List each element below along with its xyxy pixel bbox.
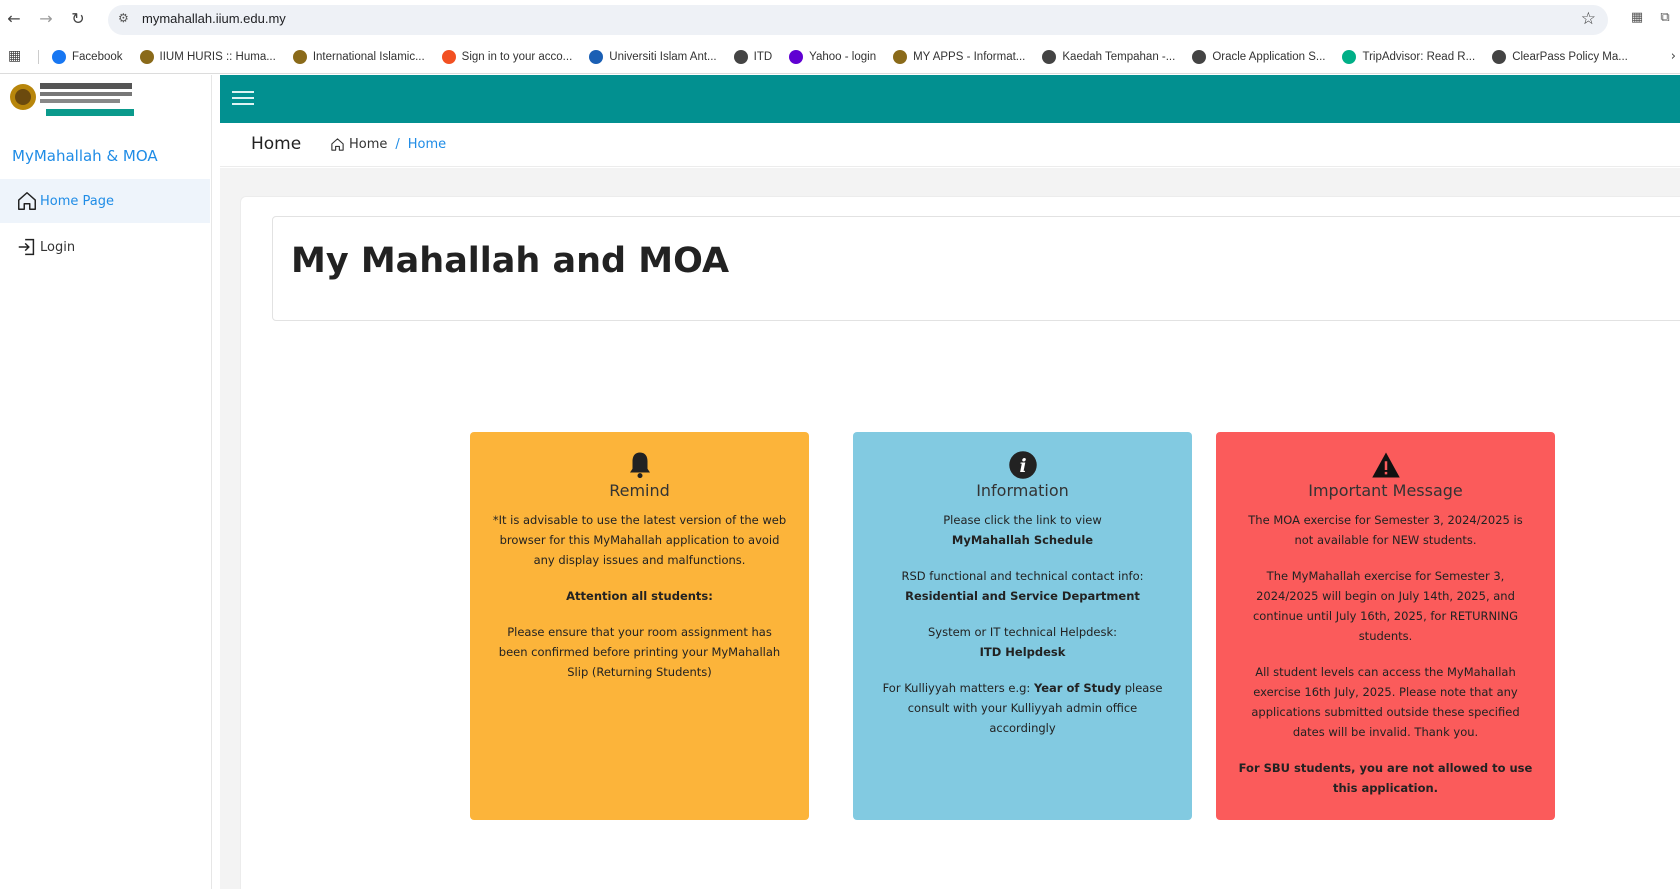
remind-card: Remind *It is advisable to use the lates…: [470, 432, 809, 820]
title-card: My Mahallah and MOA: [272, 216, 1680, 321]
sidebar-item-login[interactable]: Login: [0, 225, 210, 269]
bookmarks-divider: [38, 50, 39, 64]
bookmark-item[interactable]: Kaedah Tempahan -...: [1042, 50, 1175, 64]
app-topbar: [220, 75, 1680, 123]
breadcrumb: Home / Home: [330, 137, 446, 152]
hamburger-menu-icon[interactable]: [232, 87, 254, 109]
sidebar-item-label: Home Page: [40, 193, 114, 209]
warning-icon: [1371, 452, 1400, 478]
bookmark-favicon-icon: [441, 50, 456, 64]
bookmark-label: Yahoo - login: [809, 51, 877, 63]
remind-text-attention: Attention all students:: [566, 589, 713, 603]
bookmark-label: International Islamic...: [312, 51, 425, 63]
address-bar[interactable]: ⚙ mymahallah.iium.edu.my ☆: [108, 5, 1608, 35]
bookmark-item[interactable]: Facebook: [52, 50, 123, 64]
bookmark-label: IIUM HURIS :: Huma...: [159, 51, 276, 63]
info-icon: i: [1008, 451, 1037, 479]
forward-arrow-icon[interactable]: →: [36, 9, 56, 29]
remind-title: Remind: [609, 481, 670, 500]
important-text-access: All student levels can access the MyMaha…: [1251, 665, 1520, 739]
apps-grid-icon[interactable]: ▦: [8, 48, 21, 64]
qr-code-icon[interactable]: ▦: [1628, 9, 1646, 27]
important-text-mymahallah: The MyMahallah exercise for Semester 3, …: [1252, 569, 1519, 643]
bookmark-favicon-icon: [789, 50, 804, 64]
bookmarks-bar: ▦ Facebook IIUM HURIS :: Huma... Internati…: [0, 40, 1680, 74]
sidebar-item-home-page[interactable]: Home Page: [0, 179, 210, 223]
breadcrumb-home-link[interactable]: Home: [349, 137, 387, 152]
bookmark-favicon-icon: [589, 50, 604, 64]
browser-toolbar: ← → ↻ ⚙ mymahallah.iium.edu.my ☆ ▦ ⧉: [0, 0, 1680, 40]
bookmark-label: Kaedah Tempahan -...: [1062, 51, 1176, 63]
remind-text-room: Please ensure that your room assignment …: [498, 625, 781, 679]
bookmark-item[interactable]: TripAdvisor: Read R...: [1342, 50, 1475, 64]
home-icon: [18, 192, 36, 210]
bookmark-item[interactable]: ClearPass Policy Ma...: [1492, 50, 1628, 64]
bookmark-favicon-icon: [1042, 50, 1057, 64]
information-card: i Information Please click the link to v…: [853, 432, 1192, 820]
bookmark-item[interactable]: Sign in to your acco...: [441, 50, 573, 64]
site-info-icon[interactable]: ⚙: [118, 11, 129, 25]
bookmark-label: Universiti Islam Ant...: [609, 51, 717, 63]
bell-icon: [629, 452, 650, 479]
back-arrow-icon[interactable]: ←: [4, 9, 24, 29]
helpdesk-link[interactable]: ITD Helpdesk: [980, 645, 1066, 659]
important-title: Important Message: [1308, 481, 1463, 500]
sidebar: MyMahallah & MOA Home Page Login: [0, 75, 212, 889]
sidebar-item-label: Login: [40, 239, 76, 255]
bookmark-item[interactable]: Universiti Islam Ant...: [589, 50, 717, 64]
bookmark-favicon-icon: [1192, 50, 1207, 64]
bookmark-label: ITD: [753, 51, 773, 63]
bookmark-item[interactable]: MY APPS - Informat...: [893, 50, 1025, 64]
login-icon: [18, 238, 35, 256]
bookmark-list: Facebook IIUM HURIS :: Huma... Internation…: [52, 40, 1645, 74]
extensions-icon[interactable]: ⧉: [1656, 9, 1674, 27]
bookmark-favicon-icon: [292, 50, 307, 64]
home-icon: [331, 138, 344, 151]
bookmark-item[interactable]: Oracle Application S...: [1192, 50, 1325, 64]
info-text-rsd: RSD functional and technical contact inf…: [901, 569, 1144, 583]
svg-text:i: i: [1019, 455, 1026, 477]
bookmark-favicon-icon: [733, 50, 748, 64]
reload-icon[interactable]: ↻: [68, 9, 88, 29]
remind-text-browser: *It is advisable to use the latest versi…: [492, 513, 787, 567]
bookmark-item[interactable]: Yahoo - login: [789, 50, 876, 64]
info-text-schedule: Please click the link to view: [943, 513, 1102, 527]
url-text[interactable]: mymahallah.iium.edu.my: [142, 11, 286, 26]
bookmark-favicon-icon: [52, 50, 66, 64]
page-heading: Home: [251, 134, 302, 154]
page-title: My Mahallah and MOA: [291, 241, 730, 281]
app-brand[interactable]: MyMahallah & MOA: [12, 147, 158, 165]
iium-logo: [10, 83, 134, 116]
rsd-link[interactable]: Residential and Service Department: [905, 589, 1140, 603]
important-text-sbu: For SBU students, you are not allowed to…: [1238, 761, 1533, 795]
info-text-kulliyyah-pre: For Kulliyyah matters e.g:: [882, 681, 1034, 695]
bookmark-item[interactable]: IIUM HURIS :: Huma...: [139, 50, 276, 64]
information-title: Information: [976, 481, 1069, 500]
bookmark-star-icon[interactable]: ☆: [1581, 9, 1596, 29]
bookmark-label: Sign in to your acco...: [461, 51, 573, 63]
bookmark-favicon-icon: [1342, 50, 1357, 64]
page-header: Home Home / Home: [220, 123, 1680, 167]
bookmark-item[interactable]: ITD: [733, 50, 773, 64]
bookmark-label: ClearPass Policy Ma...: [1512, 51, 1628, 63]
important-message-card: Important Message The MOA exercise for S…: [1216, 432, 1555, 820]
breadcrumb-separator: /: [395, 137, 400, 152]
more-bookmarks-icon[interactable]: ›: [1671, 49, 1676, 64]
bookmark-label: Oracle Application S...: [1212, 51, 1326, 63]
bookmark-label: Facebook: [72, 51, 123, 63]
info-text-year-of-study: Year of Study: [1033, 681, 1122, 695]
bookmark-label: MY APPS - Informat...: [913, 51, 1026, 63]
info-text-helpdesk: System or IT technical Helpdesk:: [927, 625, 1118, 639]
bookmark-item[interactable]: International Islamic...: [292, 50, 425, 64]
bookmark-favicon-icon: [1492, 50, 1507, 64]
bookmark-favicon-icon: [139, 50, 154, 64]
bookmark-label: TripAdvisor: Read R...: [1362, 51, 1476, 63]
schedule-link[interactable]: MyMahallah Schedule: [952, 533, 1093, 547]
important-text-moa: The MOA exercise for Semester 3, 2024/20…: [1248, 513, 1523, 547]
breadcrumb-current: Home: [407, 137, 447, 152]
bookmark-favicon-icon: [893, 50, 908, 64]
